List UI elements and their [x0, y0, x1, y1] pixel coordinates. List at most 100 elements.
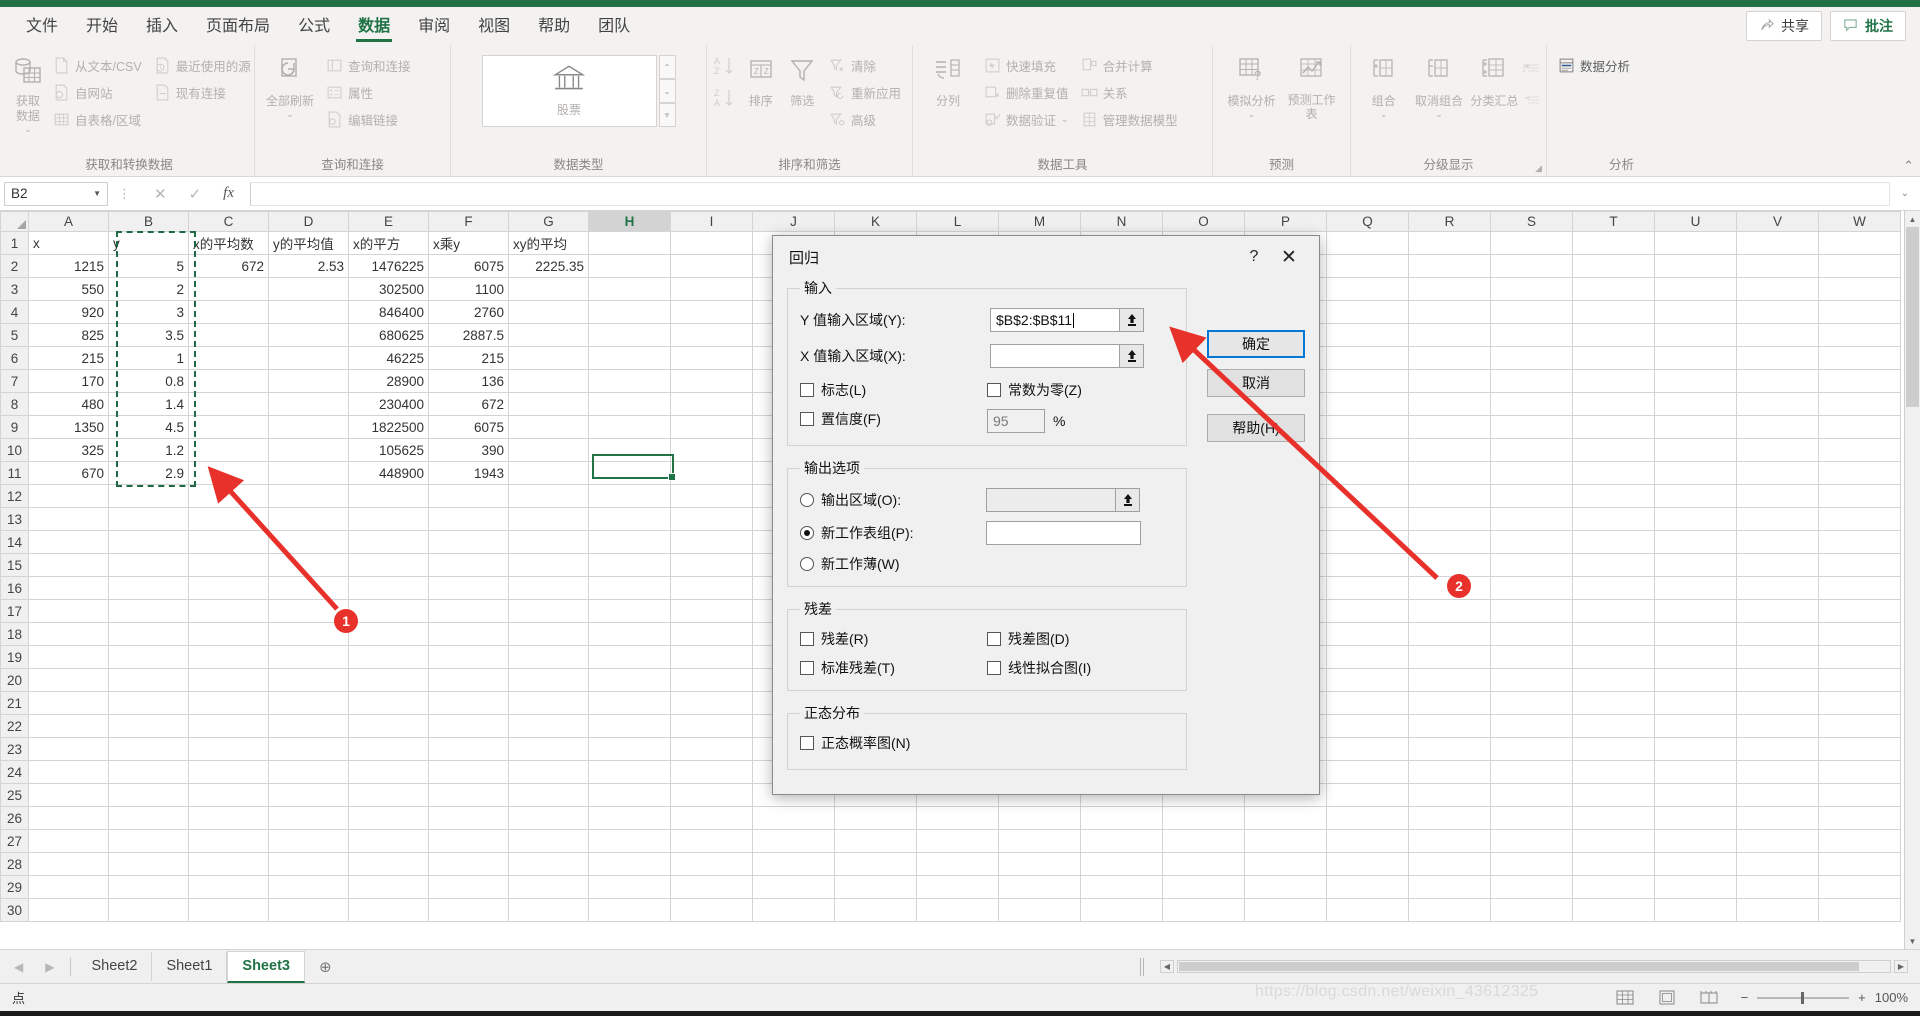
cell-D16[interactable] — [268, 576, 349, 600]
x-range-input[interactable] — [990, 344, 1120, 368]
cell-K26[interactable] — [834, 806, 917, 830]
from-text-csv-button[interactable]: 从文本/CSV — [48, 53, 147, 77]
cell-T16[interactable] — [1572, 576, 1655, 600]
cell-G14[interactable] — [508, 530, 589, 554]
cell-E1[interactable]: x的平方 — [348, 231, 429, 255]
cell-H13[interactable] — [588, 507, 671, 531]
cell-D5[interactable] — [268, 323, 349, 347]
cell-D30[interactable] — [268, 898, 349, 922]
cell-B4[interactable]: 3 — [108, 300, 189, 324]
cell-G10[interactable] — [508, 438, 589, 462]
cell-V22[interactable] — [1736, 714, 1819, 738]
cell-F9[interactable]: 6075 — [428, 415, 509, 439]
cell-V4[interactable] — [1736, 300, 1819, 324]
new-worksheet-input[interactable] — [986, 521, 1141, 545]
cell-E5[interactable]: 680625 — [348, 323, 429, 347]
cell-W5[interactable] — [1818, 323, 1901, 347]
y-range-input[interactable]: $B$2:$B$11 — [990, 308, 1120, 332]
cell-B30[interactable] — [108, 898, 189, 922]
ok-button[interactable]: 确定 — [1207, 330, 1305, 358]
cell-A8[interactable]: 480 — [28, 392, 109, 416]
cell-U17[interactable] — [1654, 599, 1737, 623]
ribbon-tab-file[interactable]: 文件 — [12, 8, 72, 45]
existing-connections-button[interactable]: 现有连接 — [149, 80, 256, 104]
cell-D1[interactable]: y的平均值 — [268, 231, 349, 255]
hscroll-track[interactable] — [1177, 960, 1891, 973]
column-header-w[interactable]: W — [1818, 211, 1901, 232]
cell-R17[interactable] — [1408, 599, 1491, 623]
cell-H26[interactable] — [588, 806, 671, 830]
column-header-s[interactable]: S — [1490, 211, 1573, 232]
cell-F17[interactable] — [428, 599, 509, 623]
cell-Q12[interactable] — [1326, 484, 1409, 508]
cell-T19[interactable] — [1572, 645, 1655, 669]
new-worksheet-radio[interactable] — [800, 526, 814, 540]
cell-I10[interactable] — [670, 438, 753, 462]
cell-O28[interactable] — [1162, 852, 1245, 876]
cell-M29[interactable] — [998, 875, 1081, 899]
cell-V16[interactable] — [1736, 576, 1819, 600]
cell-O27[interactable] — [1162, 829, 1245, 853]
cell-K30[interactable] — [834, 898, 917, 922]
row-header-2[interactable]: 2 — [0, 254, 29, 278]
cell-V24[interactable] — [1736, 760, 1819, 784]
consolidate-button[interactable]: 合并计算 — [1076, 53, 1183, 77]
cell-B22[interactable] — [108, 714, 189, 738]
cell-T15[interactable] — [1572, 553, 1655, 577]
horizontal-scrollbar[interactable]: ◀ ▶ — [1160, 960, 1908, 974]
chevron-down-icon[interactable]: ⌄ — [1248, 109, 1256, 120]
cell-F3[interactable]: 1100 — [428, 277, 509, 301]
cell-C14[interactable] — [188, 530, 269, 554]
horizontal-split-handle[interactable] — [1140, 957, 1144, 976]
cell-H6[interactable] — [588, 346, 671, 370]
cell-F26[interactable] — [428, 806, 509, 830]
cell-W10[interactable] — [1818, 438, 1901, 462]
constant-zero-checkbox[interactable] — [987, 383, 1001, 397]
row-header-17[interactable]: 17 — [0, 599, 29, 623]
cell-G17[interactable] — [508, 599, 589, 623]
cell-C24[interactable] — [188, 760, 269, 784]
cell-W26[interactable] — [1818, 806, 1901, 830]
cell-G24[interactable] — [508, 760, 589, 784]
cell-S15[interactable] — [1490, 553, 1573, 577]
cell-M28[interactable] — [998, 852, 1081, 876]
cell-E8[interactable]: 230400 — [348, 392, 429, 416]
cell-I8[interactable] — [670, 392, 753, 416]
cell-D24[interactable] — [268, 760, 349, 784]
cell-W27[interactable] — [1818, 829, 1901, 853]
cell-G7[interactable] — [508, 369, 589, 393]
cell-Q6[interactable] — [1326, 346, 1409, 370]
cell-T8[interactable] — [1572, 392, 1655, 416]
confidence-input[interactable]: 95 — [987, 409, 1045, 433]
cell-T12[interactable] — [1572, 484, 1655, 508]
cell-R22[interactable] — [1408, 714, 1491, 738]
cell-Q11[interactable] — [1326, 461, 1409, 485]
cell-E10[interactable]: 105625 — [348, 438, 429, 462]
cell-Q1[interactable] — [1326, 231, 1409, 255]
cell-W9[interactable] — [1818, 415, 1901, 439]
cell-A4[interactable]: 920 — [28, 300, 109, 324]
cell-M26[interactable] — [998, 806, 1081, 830]
cell-T2[interactable] — [1572, 254, 1655, 278]
cell-G19[interactable] — [508, 645, 589, 669]
cell-V25[interactable] — [1736, 783, 1819, 807]
std-residual-checkbox-row[interactable]: 标准残差(T) — [800, 658, 987, 678]
sheet-tab-sheet3[interactable]: Sheet3 — [227, 950, 305, 983]
cell-I29[interactable] — [670, 875, 753, 899]
formula-input[interactable] — [249, 181, 1890, 206]
cell-E6[interactable]: 46225 — [348, 346, 429, 370]
y-range-collapse-button[interactable] — [1120, 308, 1144, 332]
cell-H23[interactable] — [588, 737, 671, 761]
cell-W11[interactable] — [1818, 461, 1901, 485]
cell-S30[interactable] — [1490, 898, 1573, 922]
cell-V2[interactable] — [1736, 254, 1819, 278]
cell-E22[interactable] — [348, 714, 429, 738]
cell-D23[interactable] — [268, 737, 349, 761]
cell-S20[interactable] — [1490, 668, 1573, 692]
cell-T7[interactable] — [1572, 369, 1655, 393]
cell-W7[interactable] — [1818, 369, 1901, 393]
cell-V5[interactable] — [1736, 323, 1819, 347]
cell-A19[interactable] — [28, 645, 109, 669]
cell-Q9[interactable] — [1326, 415, 1409, 439]
cell-F13[interactable] — [428, 507, 509, 531]
